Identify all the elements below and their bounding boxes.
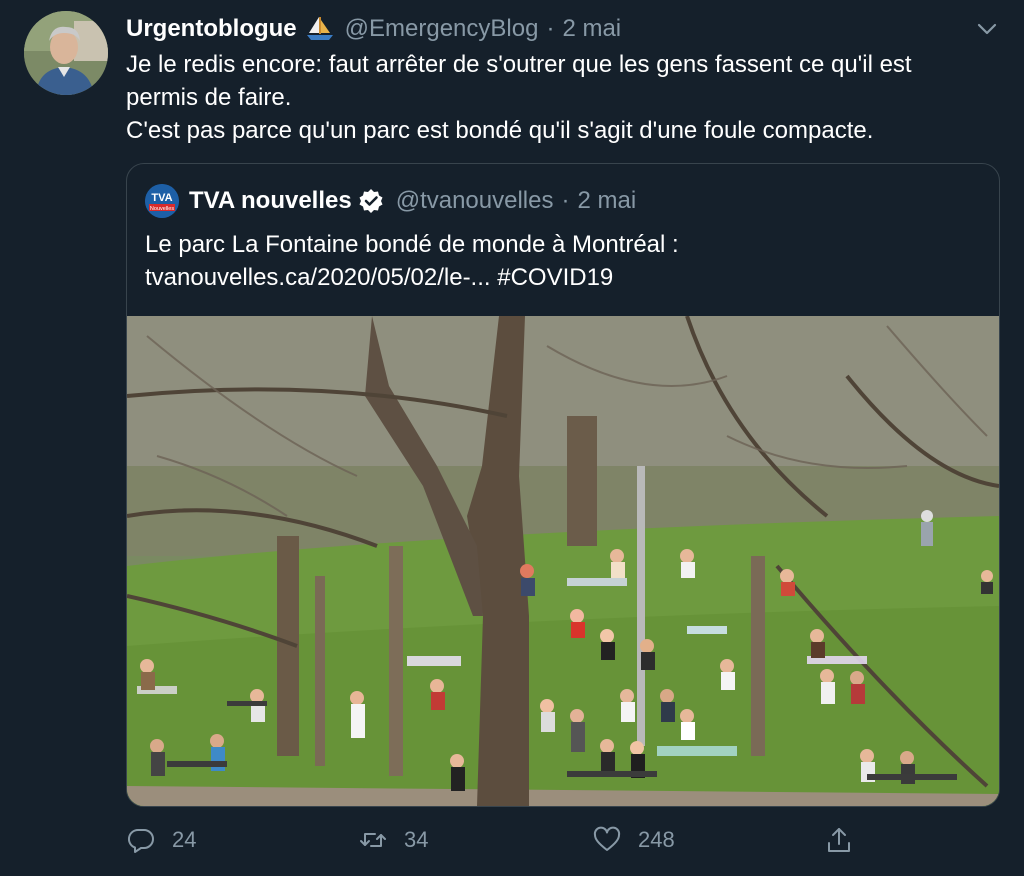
like-count: 248 [638,827,675,852]
quoted-author-name[interactable]: TVA nouvelles [189,187,352,215]
verified-badge-icon [358,188,384,214]
retweet-button[interactable]: 34 [358,820,428,860]
quoted-date[interactable]: 2 mai [577,187,636,215]
svg-text:TVA: TVA [151,192,172,204]
share-icon [828,828,850,852]
author-handle[interactable]: @EmergencyBlog [345,15,539,43]
quoted-tweet[interactable]: TVA Nouvelles TVA nouvelles @tvanouvelle… [126,163,1000,807]
quoted-text: Le parc La Fontaine bondé de monde à Mon… [145,228,985,294]
heart-icon [593,826,621,851]
tweet-text: Je le redis encore: faut arrêter de s'ou… [126,51,912,144]
quoted-header: TVA Nouvelles TVA nouvelles @tvanouvelle… [145,184,636,218]
chevron-down-icon[interactable] [974,16,1000,42]
retweet-icon [360,833,386,847]
avatar-photo [24,11,108,95]
retweet-count: 34 [404,827,429,852]
reply-count: 24 [172,827,197,852]
tweet-header: Urgentoblogue @EmergencyBlog · 2 mai [126,12,621,46]
tweet-date[interactable]: 2 mai [562,15,621,43]
like-button[interactable]: 248 [592,820,675,860]
share-button[interactable] [824,820,870,860]
separator-dot: · [546,15,555,42]
separator-dot: · [561,187,570,214]
author-avatar[interactable] [24,11,108,95]
quoted-link[interactable]: tvanouvelles.ca/2020/05/02/le-... #COVID… [145,261,985,294]
quoted-text-line: Le parc La Fontaine bondé de monde à Mon… [145,231,679,258]
tweet[interactable]: Urgentoblogue @EmergencyBlog · 2 mai Je … [0,0,1024,876]
park-photo[interactable] [127,316,999,806]
author-name[interactable]: Urgentoblogue [126,15,297,43]
reply-icon [127,828,154,853]
svg-text:Nouvelles: Nouvelles [150,206,174,212]
tva-logo[interactable]: TVA Nouvelles [145,184,179,218]
tweet-actions: 24 34 248 [126,820,866,860]
sailboat-icon [305,15,335,43]
quoted-author-handle[interactable]: @tvanouvelles [396,187,554,215]
reply-button[interactable]: 24 [126,820,196,860]
